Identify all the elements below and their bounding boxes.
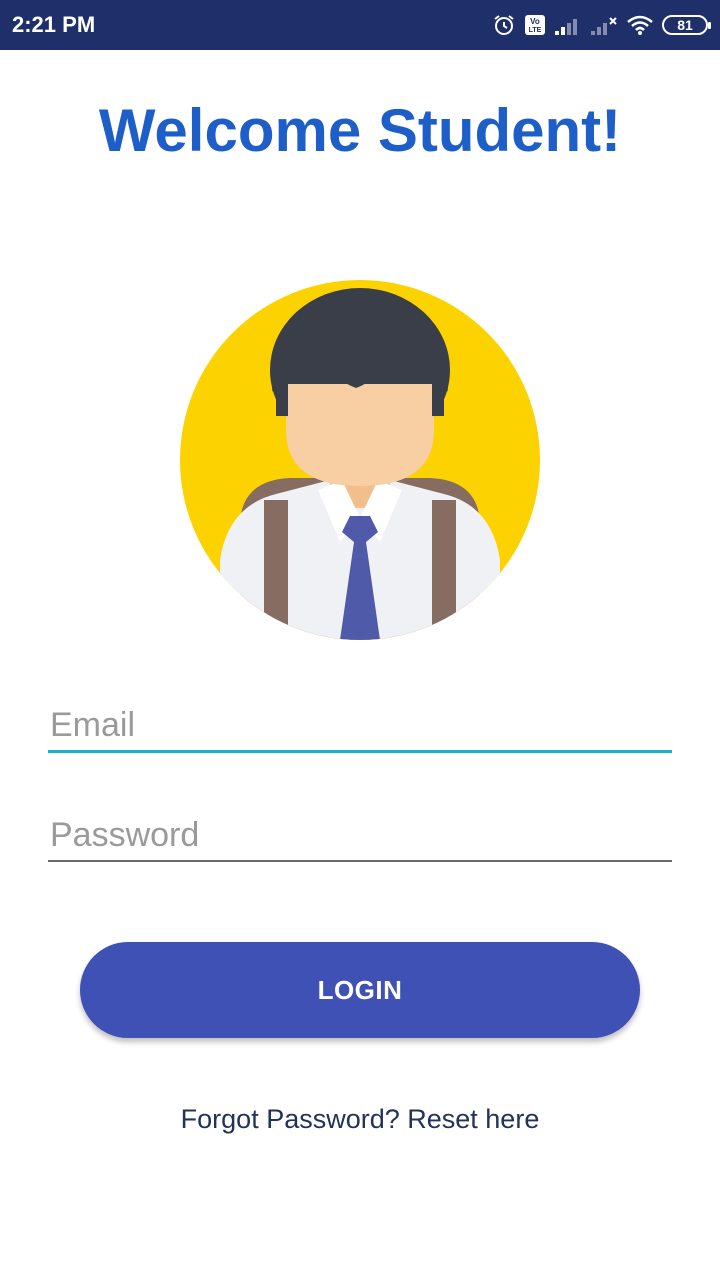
password-field[interactable] — [48, 810, 672, 860]
forgot-password-link[interactable]: Forgot Password? Reset here — [0, 1104, 720, 1135]
student-avatar-icon — [180, 280, 540, 640]
email-field-container — [48, 700, 672, 753]
svg-text:Vo: Vo — [530, 17, 540, 26]
status-bar: 2:21 PM Vo LTE 81 — [0, 0, 720, 50]
status-time: 2:21 PM — [12, 12, 96, 37]
battery-icon: 81 — [662, 15, 711, 35]
volte-icon: Vo LTE — [524, 13, 546, 37]
alarm-icon — [492, 13, 516, 37]
page-title: Welcome Student! — [98, 97, 622, 164]
login-button[interactable]: LOGIN — [80, 942, 640, 1038]
password-field-container — [48, 810, 672, 862]
wifi-icon — [626, 14, 654, 36]
battery-level: 81 — [677, 17, 693, 33]
svg-text:LTE: LTE — [529, 27, 542, 34]
email-field[interactable] — [48, 700, 672, 750]
signal-no-service-icon — [590, 14, 618, 36]
signal-icon — [554, 14, 582, 36]
status-icons: Vo LTE 81 — [492, 13, 711, 37]
